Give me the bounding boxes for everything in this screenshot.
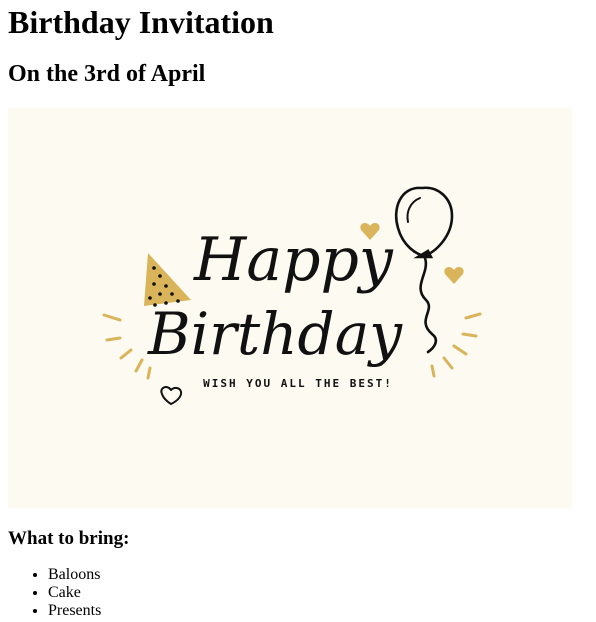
list-item: Baloons <box>48 566 588 584</box>
right-burst-icon <box>430 312 482 378</box>
party-hat-icon <box>144 253 191 307</box>
card-tagline: WISH YOU ALL THE BEST! <box>203 377 393 390</box>
list-item: Cake <box>48 584 588 602</box>
balloon-icon <box>394 186 454 354</box>
heart-icon <box>444 267 464 284</box>
bring-list: Baloons Cake Presents <box>8 566 588 620</box>
card-line-birthday: Birthday <box>147 300 403 368</box>
card-line-happy: Happy <box>193 225 394 295</box>
heart-outline-icon <box>160 386 183 406</box>
birthday-card-illustration: Happy Birthday WISH YOU ALL THE BEST! <box>102 186 482 406</box>
page-subtitle: On the 3rd of April <box>8 61 206 87</box>
bring-title: What to bring: <box>8 528 130 549</box>
page-title: Birthday Invitation <box>8 4 274 40</box>
list-item: Presents <box>48 602 588 620</box>
left-burst-icon <box>102 313 152 380</box>
birthday-card-image: Happy Birthday WISH YOU ALL THE BEST! <box>8 108 572 508</box>
invitation-page: Birthday Invitation On the 3rd of April <box>0 0 596 620</box>
